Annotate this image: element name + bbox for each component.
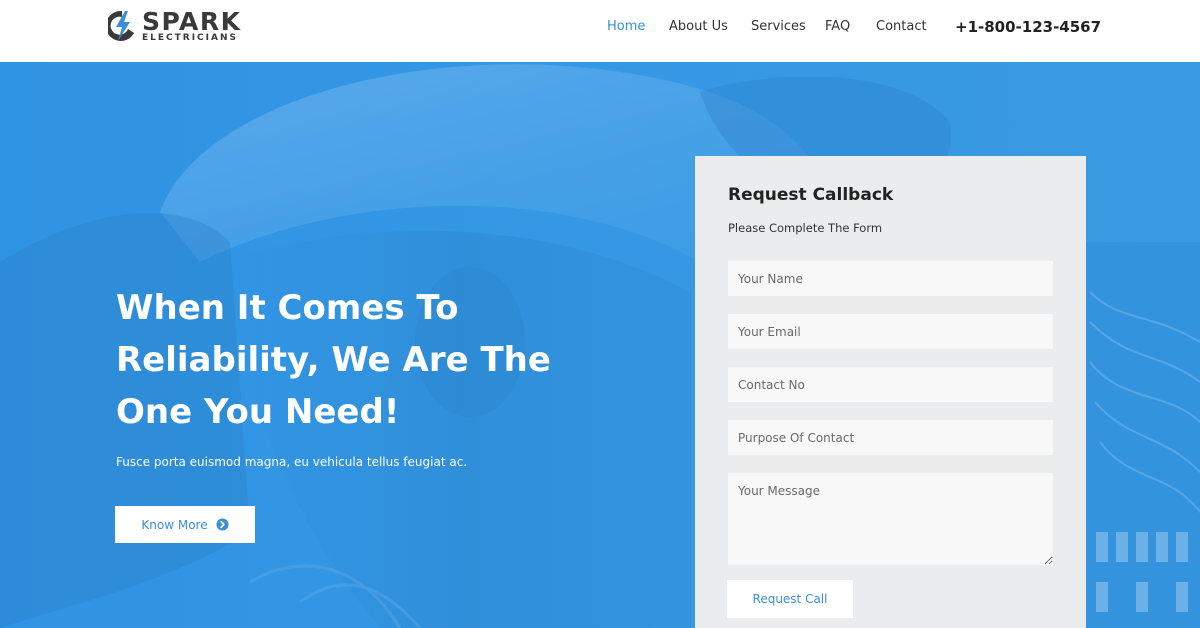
site-header: SPARK ELECTRICIANS Home About Us Service… xyxy=(0,0,1200,62)
hero-section: When It Comes To Reliability, We Are The… xyxy=(0,62,1200,628)
nav-contact[interactable]: Contact xyxy=(876,19,927,35)
nav-faq[interactable]: FAQ xyxy=(825,19,850,35)
form-title: Request Callback xyxy=(728,185,894,205)
request-callback-form: Request Callback Please Complete The For… xyxy=(695,156,1086,628)
nav-about-us[interactable]: About Us xyxy=(669,19,728,35)
know-more-button[interactable]: Know More xyxy=(115,506,255,543)
arrow-right-circle-icon xyxy=(216,518,229,531)
hero-subtitle: Fusce porta euismod magna, eu vehicula t… xyxy=(116,455,468,469)
hero-title: When It Comes To Reliability, We Are The… xyxy=(116,288,551,432)
message-textarea[interactable] xyxy=(728,473,1053,565)
know-more-label: Know More xyxy=(141,517,208,532)
nav-home[interactable]: Home xyxy=(607,19,645,35)
name-input[interactable] xyxy=(728,261,1053,296)
contact-number-input[interactable] xyxy=(728,367,1053,402)
email-input[interactable] xyxy=(728,314,1053,349)
request-call-button[interactable]: Request Call xyxy=(727,580,853,618)
header-phone-number[interactable]: +1-800-123-4567 xyxy=(955,18,1101,36)
form-subtitle: Please Complete The Form xyxy=(728,221,883,235)
purpose-input[interactable] xyxy=(728,420,1053,455)
nav-services[interactable]: Services xyxy=(751,19,806,35)
